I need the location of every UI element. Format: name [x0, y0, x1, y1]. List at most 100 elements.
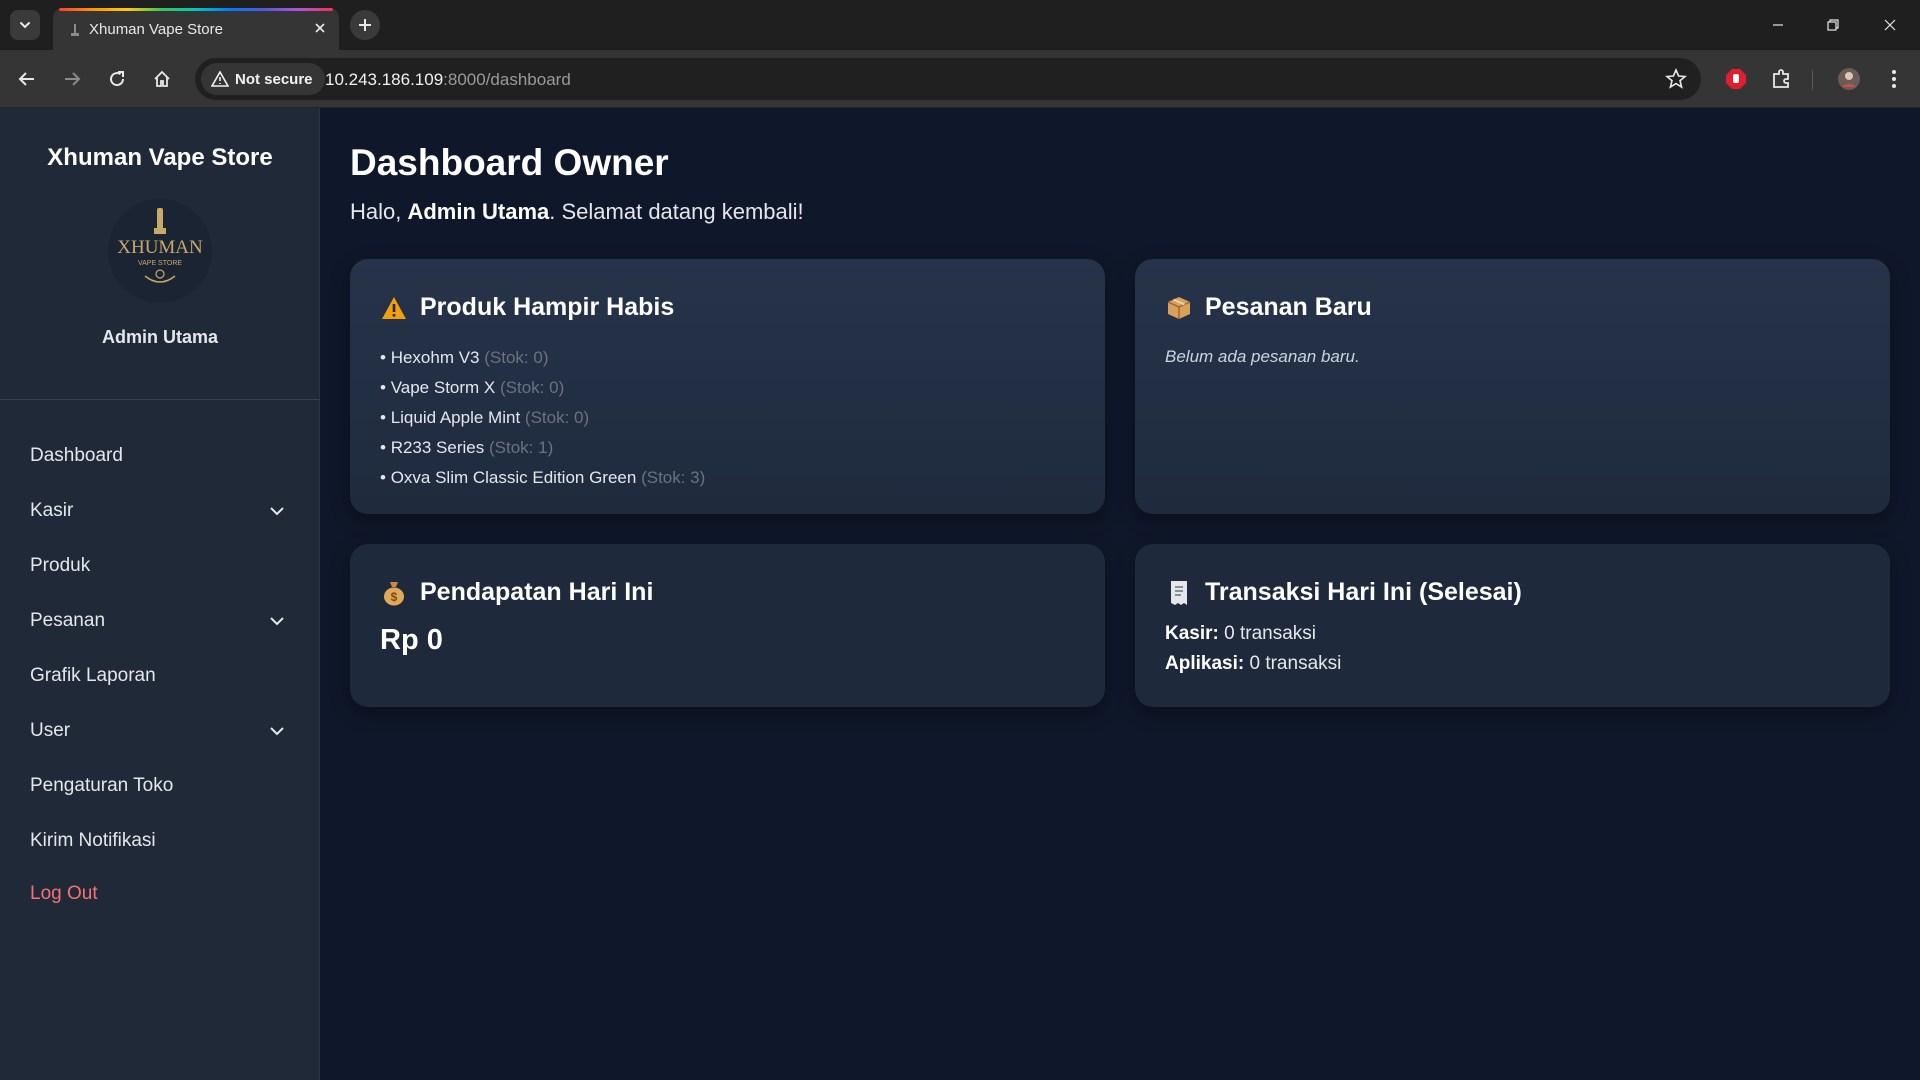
url-text[interactable]: 10.243.186.109:8000/dashboard — [325, 70, 571, 90]
arrow-right-icon — [65, 72, 81, 86]
sidebar-item-label: User — [30, 719, 71, 741]
list-item: • Liquid Apple Mint (Stok: 0) — [380, 408, 590, 427]
extensions-button[interactable] — [1767, 65, 1795, 93]
sidebar-item-pesanan[interactable]: Pesanan — [0, 593, 320, 648]
card-title: Pendapatan Hari Ini — [420, 578, 654, 606]
card-title: Transaksi Hari Ini (Selesai) — [1205, 578, 1522, 606]
favicon-icon — [71, 24, 79, 36]
sidebar-item-pengaturan-toko[interactable]: Pengaturan Toko — [0, 758, 320, 813]
security-label: Not secure — [235, 70, 313, 88]
sidebar-item-label: Kasir — [30, 499, 74, 521]
restore-button[interactable] — [1813, 10, 1853, 40]
browser-toolbar: Not secure 10.243.186.109:8000/dashboard — [0, 50, 1920, 108]
back-button[interactable] — [12, 64, 42, 94]
chevron-down-icon — [270, 617, 284, 626]
url-host: 10.243.186.109 — [325, 70, 444, 89]
sidebar-divider — [0, 399, 320, 400]
chevron-down-icon — [270, 727, 284, 736]
chevron-down-icon — [20, 22, 30, 29]
browser-menu-button[interactable] — [1880, 65, 1908, 93]
browser-tab-active[interactable]: Xhuman Vape Store — [53, 8, 339, 50]
sidebar-item-label: Grafik Laporan — [30, 664, 156, 686]
list-item: • Oxva Slim Classic Edition Green (Stok:… — [380, 468, 706, 487]
aplikasi-transactions: Aplikasi: 0 transaksi — [1165, 653, 1341, 675]
card-header: $ Pendapatan Hari Ini — [380, 578, 653, 607]
sidebar-item-produk[interactable]: Produk — [0, 538, 320, 593]
list-item: • Vape Storm X (Stok: 0) — [380, 378, 565, 397]
greeting-prefix: Halo, — [350, 199, 402, 224]
profile-avatar-button[interactable] — [1835, 65, 1863, 93]
tab-close-button[interactable] — [311, 19, 329, 37]
security-indicator[interactable]: Not secure — [201, 63, 325, 95]
card-header: Produk Hampir Habis — [380, 293, 674, 322]
low-stock-list: • Hexohm V3 (Stok: 0) • Vape Storm X (St… — [380, 343, 705, 493]
package-icon — [1165, 294, 1193, 322]
url-path: :8000/dashboard — [443, 70, 571, 89]
close-icon — [315, 23, 325, 33]
low-stock-card: Produk Hampir Habis • Hexohm V3 (Stok: 0… — [350, 259, 1105, 514]
sidebar-brand: Xhuman Vape Store — [47, 144, 273, 171]
stop-hand-icon — [1726, 69, 1746, 89]
new-orders-card: Pesanan Baru Belum ada pesanan baru. — [1135, 259, 1890, 514]
tab-accent-bar — [59, 8, 333, 11]
warning-icon — [380, 294, 408, 322]
logo-subtext: VAPE STORE — [138, 260, 182, 267]
card-title: Pesanan Baru — [1205, 293, 1372, 321]
page-title: Dashboard Owner — [350, 142, 669, 183]
product-name: Vape Storm X — [390, 378, 496, 397]
forward-button[interactable] — [57, 64, 87, 94]
product-name: Hexohm V3 — [390, 348, 480, 367]
new-tab-button[interactable] — [350, 10, 380, 40]
close-window-button[interactable] — [1870, 10, 1910, 40]
restore-icon — [1827, 19, 1839, 31]
tab-title: Xhuman Vape Store — [89, 21, 223, 38]
svg-text:$: $ — [391, 590, 398, 604]
product-name: R233 Series — [390, 438, 485, 457]
kasir-transactions: Kasir: 0 transaksi — [1165, 623, 1316, 645]
arrow-left-icon — [18, 72, 34, 86]
sidebar-item-kirim-notifikasi[interactable]: Kirim Notifikasi — [0, 813, 320, 868]
sidebar-item-label: Dashboard — [30, 444, 123, 466]
kasir-value: 0 transaksi — [1224, 623, 1317, 644]
revenue-value: Rp 0 — [380, 624, 443, 656]
chevron-down-icon — [270, 507, 284, 516]
sidebar-item-label: Pengaturan Toko — [30, 774, 174, 796]
empty-orders-message: Belum ada pesanan baru. — [1165, 347, 1360, 366]
warning-triangle-icon — [211, 71, 229, 87]
stock-count: (Stok: 0) — [524, 408, 590, 427]
avatar-icon — [1838, 68, 1860, 90]
card-header: Transaksi Hari Ini (Selesai) — [1165, 578, 1522, 607]
sidebar-item-kasir[interactable]: Kasir — [0, 483, 320, 538]
greeting-suffix: . Selamat datang kembali! — [549, 199, 804, 224]
close-icon — [1884, 19, 1896, 31]
greeting-text: Halo, Admin Utama. Selamat datang kembal… — [350, 199, 804, 225]
extension-adblock-button[interactable] — [1722, 65, 1750, 93]
toolbar-separator — [1812, 70, 1813, 90]
sidebar-item-label: Kirim Notifikasi — [30, 829, 156, 851]
logo-text: XHUMAN — [117, 237, 203, 258]
revenue-card: $ Pendapatan Hari Ini Rp 0 — [350, 544, 1105, 707]
card-header: Pesanan Baru — [1165, 293, 1372, 322]
money-bag-icon: $ — [380, 579, 408, 607]
home-button[interactable] — [147, 64, 177, 94]
minimize-button[interactable] — [1758, 10, 1798, 40]
list-item: • R233 Series (Stok: 1) — [380, 438, 554, 457]
greeting-name: Admin Utama — [407, 199, 550, 224]
logout-link[interactable]: Log Out — [30, 883, 98, 905]
receipt-icon — [1165, 579, 1193, 607]
sidebar-admin-name: Admin Utama — [101, 327, 218, 347]
browser-tab-bar: Xhuman Vape Store — [0, 0, 1920, 50]
stock-count: (Stok: 0) — [500, 378, 565, 397]
tab-search-button[interactable] — [10, 10, 40, 40]
product-name: Liquid Apple Mint — [390, 408, 521, 427]
address-bar[interactable]: Not secure 10.243.186.109:8000/dashboard — [195, 58, 1701, 100]
reload-button[interactable] — [102, 64, 132, 94]
sidebar-item-dashboard[interactable]: Dashboard — [0, 428, 320, 483]
transactions-card: Transaksi Hari Ini (Selesai) Kasir: 0 tr… — [1135, 544, 1890, 707]
stock-count: (Stok: 1) — [488, 438, 554, 457]
kasir-label: Kasir: — [1165, 623, 1219, 644]
bookmark-star-icon[interactable] — [1665, 68, 1687, 90]
sidebar-item-user[interactable]: User — [0, 703, 320, 758]
sidebar-item-grafik-laporan[interactable]: Grafik Laporan — [0, 648, 320, 703]
sidebar: Xhuman Vape Store XHUMAN VAPE STORE Admi… — [0, 108, 320, 1080]
